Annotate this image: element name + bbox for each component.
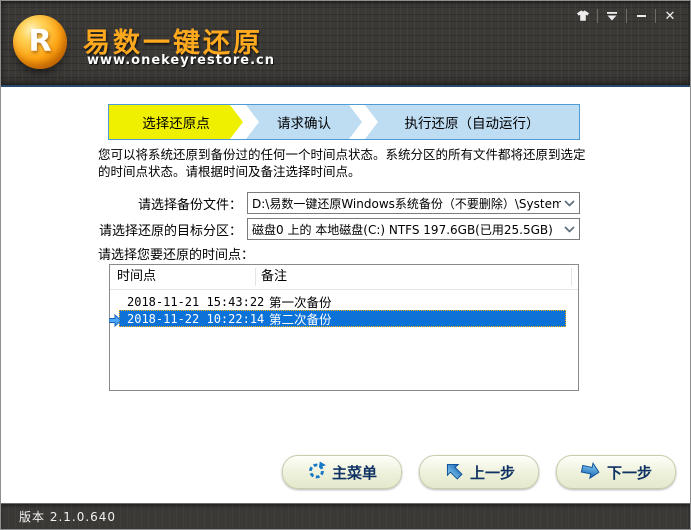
backup-file-select[interactable]: D:\易数一键还原Windows系统备份（不要删除）\SystemImag — [247, 192, 580, 214]
description-text: 您可以将系统还原到备份过的任何一个时间点状态。系统分区的所有文件都将还原到选定的… — [98, 147, 586, 179]
main-menu-label: 主菜单 — [331, 463, 377, 482]
target-partition-value: 磁盘0 上的 本地磁盘(C:) NTFS 197.6GB(已用25.5GB) — [252, 222, 553, 237]
divider — [626, 9, 627, 23]
backup-file-label: 请选择备份文件： — [137, 197, 242, 213]
column-header-rest — [572, 268, 578, 286]
backup-file-row: 请选择备份文件： D:\易数一键还原Windows系统备份（不要删除）\Syst… — [98, 192, 580, 214]
cell-note: 第二次备份 — [269, 312, 332, 327]
prev-step-label: 上一步 — [469, 463, 515, 482]
column-header-time[interactable]: 时间点 — [110, 268, 256, 286]
collapse-icon[interactable] — [600, 7, 624, 25]
divider — [655, 9, 656, 23]
tab-label: 请求确认 — [277, 116, 331, 132]
tab-select-restore-point[interactable]: 选择还原点 — [109, 105, 243, 139]
table-row-selected[interactable]: 2018-11-22 10:22:14 第二次备份 — [108, 310, 566, 328]
target-partition-row: 请选择还原的目标分区： 磁盘0 上的 本地磁盘(C:) NTFS 197.6GB… — [98, 218, 580, 240]
version-text: 版本 2.1.0.640 — [19, 510, 117, 524]
minimize-icon[interactable] — [629, 7, 653, 25]
button-bar: 主菜单 上一步 下一步 — [1, 455, 676, 489]
next-step-label: 下一步 — [606, 463, 652, 482]
row-marker-arrow-icon — [108, 312, 122, 328]
chevron-down-icon — [561, 225, 575, 233]
cell-time: 2018-11-21 15:43:22 — [127, 294, 265, 309]
app-logo: R — [13, 15, 67, 69]
table-row[interactable]: 2018-11-21 15:43:22 第一次备份 — [119, 293, 566, 311]
chevron-down-icon — [561, 199, 575, 207]
main-content: 选择还原点 请求确认 执行还原（自动运行） 您可以将系统还原到备份过的任何一个时… — [1, 87, 690, 504]
logo-letter: R — [28, 24, 52, 59]
prev-step-button[interactable]: 上一步 — [419, 455, 539, 489]
close-icon[interactable]: ✕ — [658, 7, 682, 25]
next-step-button[interactable]: 下一步 — [556, 455, 676, 489]
list-rows: 2018-11-21 15:43:22 第一次备份 2018-11-22 10:… — [108, 290, 578, 328]
prev-icon — [443, 460, 464, 485]
restore-point-list-label: 请选择您要还原的时间点： — [98, 248, 255, 263]
title-bar: R 易数一键还原 www.onekeyrestore.cn ✕ — [1, 1, 690, 85]
skin-icon[interactable] — [571, 7, 595, 25]
main-menu-icon — [307, 460, 326, 484]
backup-file-value: D:\易数一键还原Windows系统备份（不要删除）\SystemImag — [252, 196, 561, 211]
tab-confirm[interactable]: 请求确认 — [246, 105, 362, 139]
target-partition-select[interactable]: 磁盘0 上的 本地磁盘(C:) NTFS 197.6GB(已用25.5GB) — [247, 218, 580, 240]
tab-label: 选择还原点 — [142, 116, 210, 132]
status-bar: 版本 2.1.0.640 — [1, 503, 690, 529]
window-controls: ✕ — [571, 6, 682, 26]
list-header: 时间点 备注 — [110, 265, 578, 290]
main-menu-button[interactable]: 主菜单 — [282, 455, 402, 489]
step-tabs: 选择还原点 请求确认 执行还原（自动运行） — [108, 104, 580, 140]
next-icon — [580, 460, 601, 485]
target-partition-label: 请选择还原的目标分区： — [98, 223, 242, 239]
restore-point-list: 时间点 备注 2018-11-21 15:43:22 第一次备份 2018-11… — [108, 264, 579, 391]
tab-label: 执行还原（自动运行） — [404, 116, 540, 132]
app-window: R 易数一键还原 www.onekeyrestore.cn ✕ 选择还原点 请求… — [0, 0, 691, 530]
column-header-note[interactable]: 备注 — [256, 268, 572, 286]
website-url: www.onekeyrestore.cn — [87, 53, 275, 68]
tab-execute-restore[interactable]: 执行还原（自动运行） — [365, 105, 579, 139]
divider — [597, 9, 598, 23]
cell-time: 2018-11-22 10:22:14 — [127, 311, 265, 326]
